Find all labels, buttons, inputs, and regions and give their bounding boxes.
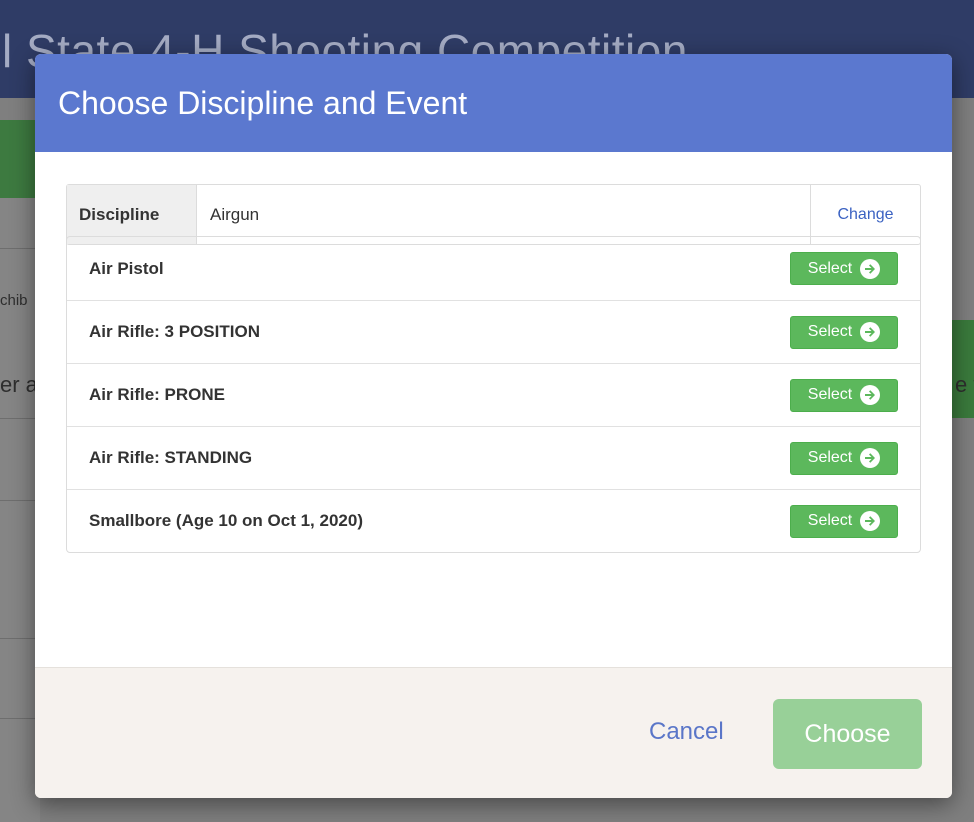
arrow-circle-right-icon: [860, 385, 881, 405]
select-air-pistol-button[interactable]: Select: [790, 252, 898, 285]
event-row-smallbore: Smallbore (Age 10 on Oct 1, 2020) Select: [67, 489, 920, 552]
select-button-label: Select: [807, 449, 853, 466]
background-green-block: [0, 120, 40, 198]
select-air-rifle-3-position-button[interactable]: Select: [790, 315, 898, 349]
choose-button[interactable]: Choose: [773, 699, 922, 769]
select-button-label: Select: [807, 323, 853, 340]
background-fragment: chib: [0, 292, 28, 309]
background-fragment: e t: [955, 372, 974, 397]
cancel-button[interactable]: Cancel: [649, 718, 724, 746]
event-row-air-rifle-3-position: Air Rifle: 3 POSITION Select: [67, 300, 920, 363]
background-divider: [0, 418, 40, 419]
arrow-circle-right-icon: [860, 258, 881, 279]
select-smallbore-button[interactable]: Select: [790, 504, 898, 538]
arrow-circle-right-icon: [860, 448, 881, 468]
arrow-circle-right-icon: [860, 322, 881, 342]
modal-header: Choose Discipline and Event: [35, 54, 952, 152]
event-name: Air Rifle: STANDING: [89, 448, 253, 467]
modal-footer: Cancel Choose: [35, 667, 952, 798]
select-air-rifle-standing-button[interactable]: Select: [790, 441, 898, 475]
background-divider: [0, 248, 40, 249]
event-row-air-pistol: Air Pistol Select: [67, 237, 920, 300]
event-name: Air Rifle: PRONE: [89, 385, 226, 404]
event-name: Air Pistol: [89, 258, 164, 278]
event-list: Air Pistol Select Air Rifle: 3 POSITION …: [66, 236, 921, 553]
select-button-label: Select: [807, 386, 853, 403]
event-name: Smallbore (Age 10 on Oct 1, 2020): [89, 511, 363, 530]
select-button-label: Select: [807, 512, 853, 529]
modal-title: Choose Discipline and Event: [58, 84, 468, 121]
select-button-label: Select: [807, 259, 853, 277]
background-fragment: er a: [0, 372, 38, 397]
background-divider: [0, 638, 40, 639]
select-air-rifle-prone-button[interactable]: Select: [790, 378, 898, 412]
event-row-air-rifle-standing: Air Rifle: STANDING Select: [67, 426, 920, 489]
modal-body: Discipline Airgun Change Air Pistol Sele…: [35, 152, 952, 667]
choose-discipline-modal: Choose Discipline and Event Discipline A…: [35, 54, 952, 798]
event-name: Air Rifle: 3 POSITION: [89, 322, 260, 341]
event-row-air-rifle-prone: Air Rifle: PRONE Select: [67, 363, 920, 426]
background-divider: [0, 718, 40, 719]
arrow-circle-right-icon: [860, 511, 881, 531]
background-divider: [0, 500, 40, 501]
